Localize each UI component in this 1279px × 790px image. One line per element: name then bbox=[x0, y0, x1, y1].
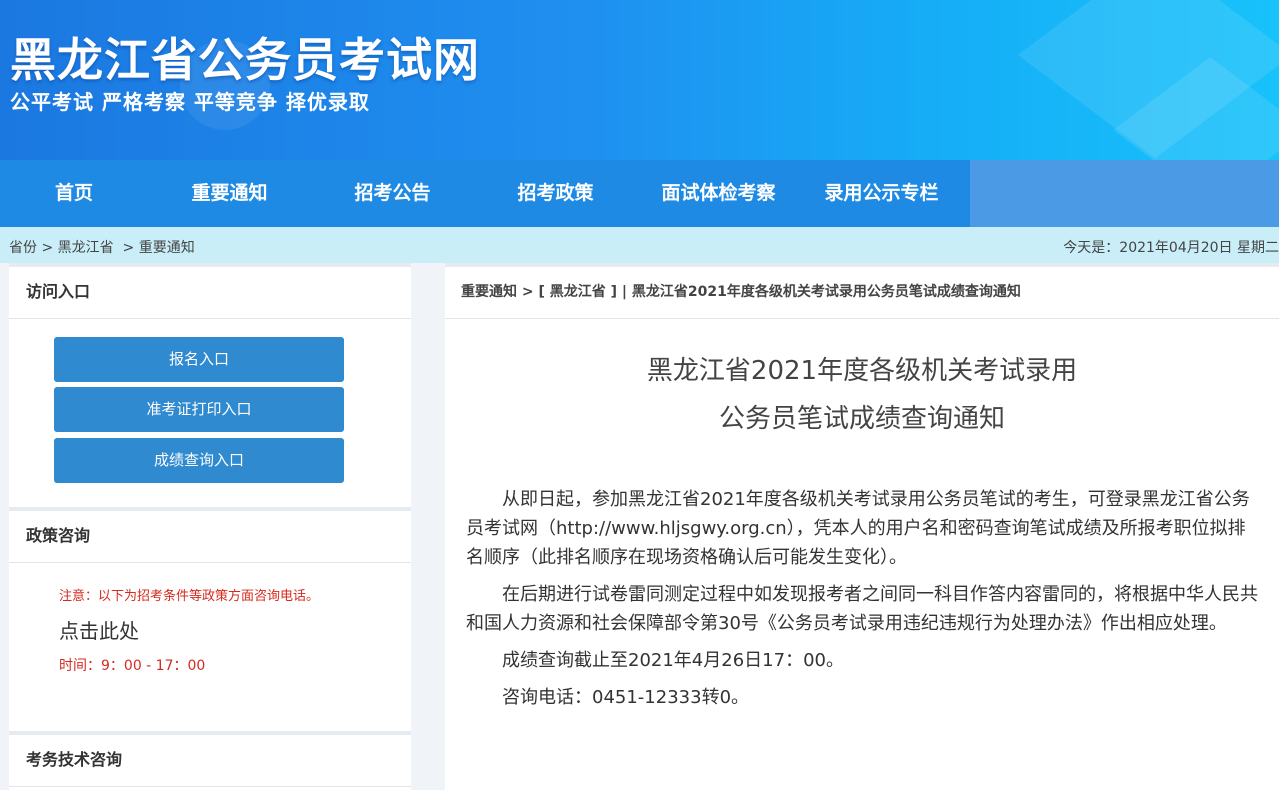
breadcrumb-region[interactable]: 黑龙江省 bbox=[58, 240, 114, 256]
article-breadcrumb: 重要通知 > [ 黑龙江省 ] | 黑龙江省2021年度各级机关考试录用公务员笔… bbox=[445, 267, 1279, 319]
article-paragraph: 咨询电话：0451-12333转0。 bbox=[502, 687, 750, 708]
policy-hours-text: 时间：9：00 - 17：00 bbox=[59, 658, 206, 674]
nav-item-notices[interactable]: 重要通知 bbox=[148, 160, 311, 227]
article-crumb-separator: > bbox=[517, 284, 539, 300]
site-title: 黑龙江省公务员考试网 bbox=[10, 33, 480, 87]
tech-panel-title: 考务技术咨询 bbox=[9, 735, 411, 787]
nav-item-home[interactable]: 首页 bbox=[0, 160, 148, 227]
register-entry-button[interactable]: 报名入口 bbox=[54, 337, 344, 382]
score-query-button[interactable]: 成绩查询入口 bbox=[54, 438, 344, 483]
nav-filler bbox=[970, 160, 1279, 227]
entry-panel-title: 访问入口 bbox=[9, 267, 411, 319]
nav-item-publicity[interactable]: 录用公示专栏 bbox=[800, 160, 963, 227]
tech-panel: 考务技术咨询 bbox=[9, 731, 411, 790]
article-title-line: 公务员笔试成绩查询通知 bbox=[718, 404, 1005, 434]
article-crumb-section[interactable]: 重要通知 bbox=[461, 284, 517, 300]
today-date: 今天是：2021年04月20日 星期二 bbox=[1063, 240, 1279, 256]
site-slogan: 公平考试 严格考察 平等竞争 择优录取 bbox=[10, 90, 370, 114]
policy-contact-link[interactable]: 点击此处 bbox=[59, 615, 139, 644]
article-title: 黑龙江省2021年度各级机关考试录用 公务员笔试成绩查询通知 bbox=[445, 347, 1279, 443]
policy-notice-text: 注意：以下为招考条件等政策方面咨询电话。 bbox=[59, 589, 320, 604]
header-banner: 黑龙江省公务员考试网 公平考试 严格考察 平等竞争 择优录取 bbox=[0, 0, 1279, 160]
article-body: 从即日起，参加黑龙江省2021年度各级机关考试录用公务员笔试的考生，可登录黑龙江… bbox=[466, 485, 1263, 720]
main-nav: 首页 重要通知 招考公告 招考政策 面试体检考察 录用公示专栏 bbox=[0, 160, 1279, 227]
breadcrumb-province[interactable]: 省份 bbox=[9, 240, 37, 256]
breadcrumb-separator: > bbox=[122, 240, 135, 256]
policy-panel-title: 政策咨询 bbox=[9, 511, 411, 563]
breadcrumb: 省份 > 黑龙江省 > 重要通知 bbox=[9, 237, 195, 257]
article-crumb-separator: | bbox=[617, 284, 632, 300]
nav-item-policy[interactable]: 招考政策 bbox=[474, 160, 637, 227]
policy-panel: 政策咨询 注意：以下为招考条件等政策方面咨询电话。 点击此处 时间：9：00 -… bbox=[9, 507, 411, 735]
nav-item-announcements[interactable]: 招考公告 bbox=[311, 160, 474, 227]
article-crumb-region[interactable]: [ 黑龙江省 ] bbox=[538, 284, 617, 300]
breadcrumb-bar: 省份 > 黑龙江省 > 重要通知 今天是：2021年04月20日 星期二 bbox=[0, 227, 1279, 263]
article-paragraph: 在后期进行试卷雷同测定过程中如发现报考者之间同一科目作答内容雷同的，将根据中华人… bbox=[466, 584, 1258, 634]
breadcrumb-separator: > bbox=[41, 240, 54, 256]
nav-item-interview[interactable]: 面试体检考察 bbox=[637, 160, 800, 227]
article-title-line: 黑龙江省2021年度各级机关考试录用 bbox=[646, 356, 1078, 386]
article-panel: 重要通知 > [ 黑龙江省 ] | 黑龙江省2021年度各级机关考试录用公务员笔… bbox=[445, 263, 1279, 790]
article-crumb-title: 黑龙江省2021年度各级机关考试录用公务员笔试成绩查询通知 bbox=[631, 284, 1021, 300]
breadcrumb-current[interactable]: 重要通知 bbox=[139, 240, 195, 256]
entry-panel: 访问入口 报名入口 准考证打印入口 成绩查询入口 bbox=[9, 263, 411, 511]
article-paragraph: 成绩查询截止至2021年4月26日17：00。 bbox=[502, 650, 844, 671]
article-paragraph: 从即日起，参加黑龙江省2021年度各级机关考试录用公务员笔试的考生，可登录黑龙江… bbox=[466, 489, 1250, 568]
admission-ticket-button[interactable]: 准考证打印入口 bbox=[54, 387, 344, 432]
